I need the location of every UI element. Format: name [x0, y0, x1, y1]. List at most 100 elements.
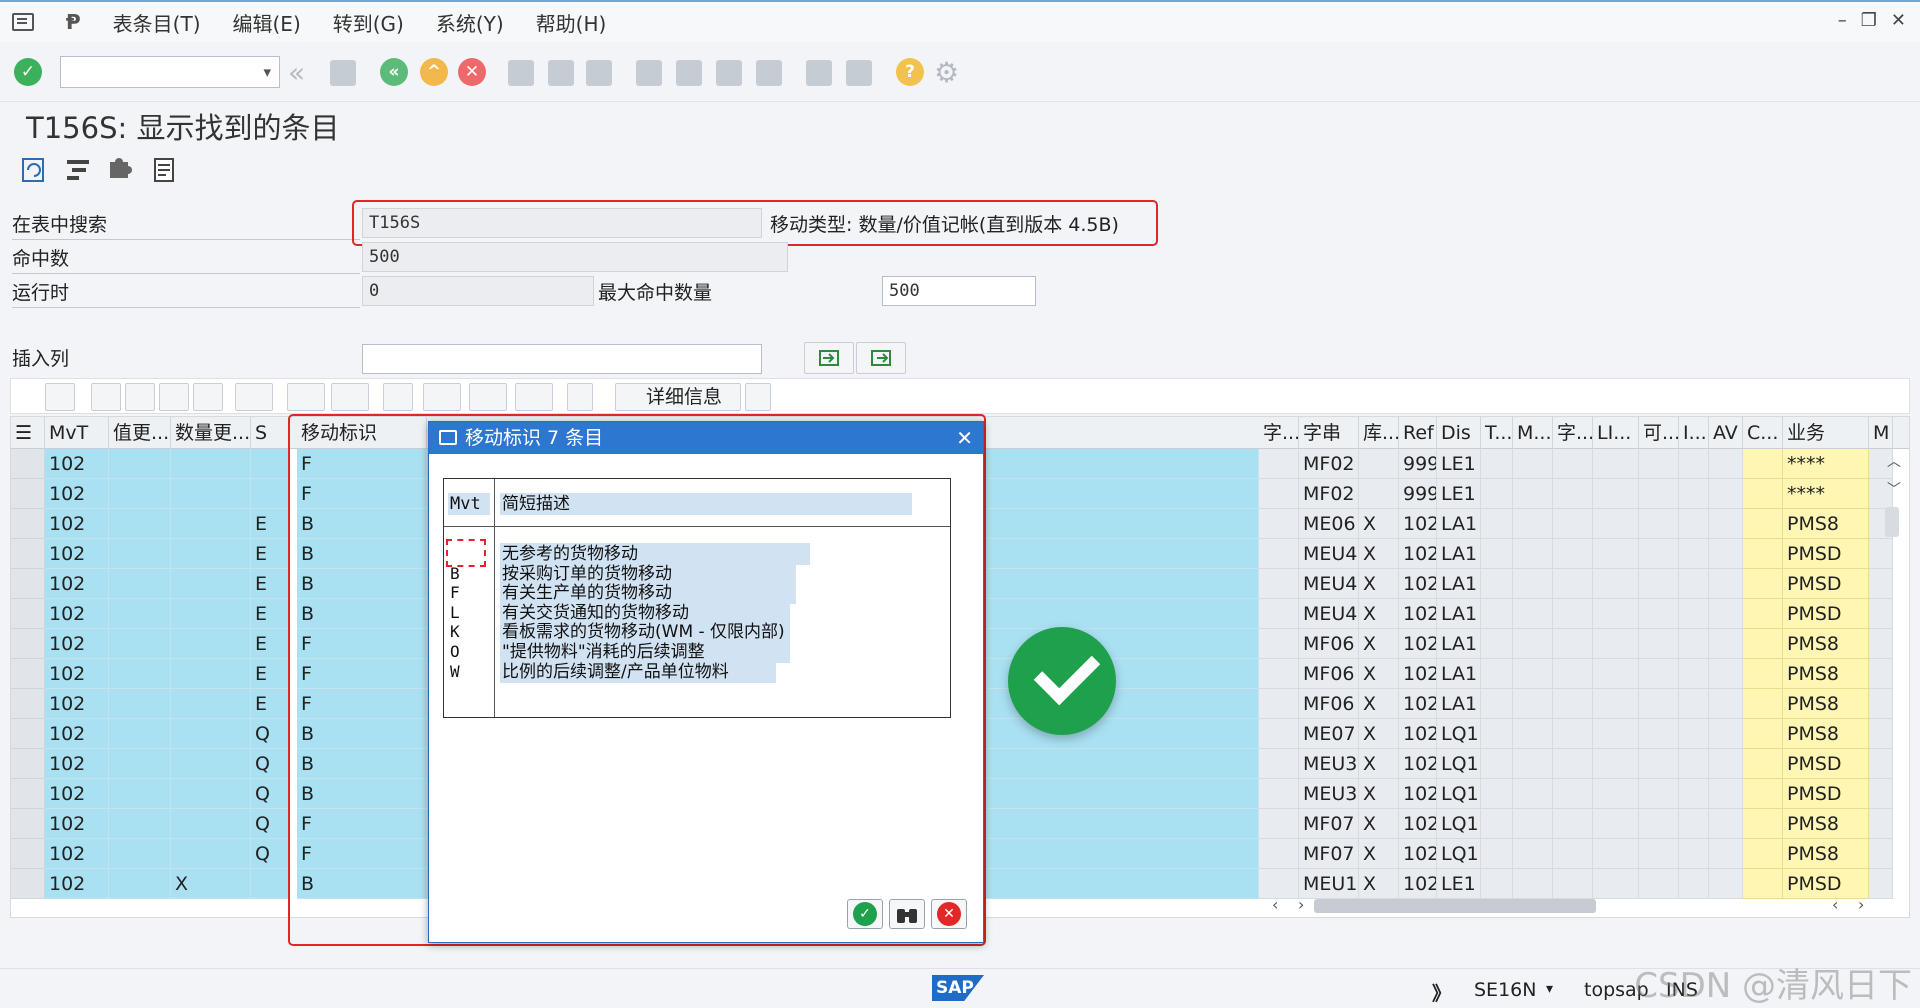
cell-m[interactable] [1513, 839, 1553, 869]
cell-string[interactable]: MEU4 [1299, 569, 1359, 599]
row-selector[interactable] [11, 839, 45, 869]
cell-m2[interactable] [1869, 839, 1893, 869]
cell-m2[interactable] [1869, 629, 1893, 659]
cell-can[interactable] [1639, 749, 1679, 779]
next-page-icon[interactable] [716, 60, 742, 86]
sum-icon[interactable] [287, 383, 325, 411]
cell-c[interactable] [1743, 659, 1783, 689]
col-header-value-update[interactable]: 值更... [109, 417, 171, 449]
cell-t[interactable] [1481, 509, 1513, 539]
cell-dis[interactable]: LE1 [1437, 479, 1481, 509]
cell-string[interactable]: ME07 [1299, 719, 1359, 749]
cell-dis[interactable]: LQ1 [1437, 719, 1481, 749]
cell-storage[interactable]: X [1359, 689, 1399, 719]
cell-t[interactable] [1481, 449, 1513, 479]
cell-m2[interactable] [1869, 719, 1893, 749]
cell-value-update[interactable] [109, 569, 171, 599]
cell-value-update[interactable] [109, 659, 171, 689]
cell-c[interactable] [1743, 449, 1783, 479]
cell-business[interactable]: PMSD [1783, 869, 1869, 899]
new-session-icon[interactable] [806, 60, 832, 86]
cell-value-update[interactable] [109, 629, 171, 659]
col-header-qty-update[interactable]: 数量更... [171, 417, 251, 449]
col-header-i[interactable]: I... [1679, 417, 1709, 449]
refresh-icon[interactable] [20, 156, 48, 184]
cell-i[interactable] [1679, 629, 1709, 659]
cell-business[interactable]: PMSD [1783, 599, 1869, 629]
cell-i[interactable] [1679, 479, 1709, 509]
cell-storage[interactable]: X [1359, 869, 1399, 899]
status-arrows-icon[interactable]: 》 [1432, 979, 1451, 1006]
col-header-can[interactable]: 可... [1639, 417, 1679, 449]
cell-storage[interactable]: X [1359, 629, 1399, 659]
cell-li[interactable] [1593, 779, 1639, 809]
cell-business[interactable]: PMSD [1783, 539, 1869, 569]
details-view-icon[interactable] [45, 383, 75, 411]
cell-s[interactable]: Q [251, 839, 289, 869]
cell-c[interactable] [1743, 599, 1783, 629]
cell-qty-update[interactable] [171, 449, 251, 479]
row-selector[interactable] [11, 449, 45, 479]
col-header-av[interactable]: AV [1709, 417, 1743, 449]
cell-mvt[interactable]: 102 [45, 749, 109, 779]
cell-s[interactable] [251, 479, 289, 509]
cell-can[interactable] [1639, 689, 1679, 719]
select-all-icon[interactable]: ☰ [11, 417, 45, 449]
cell-business[interactable]: PMSD [1783, 749, 1869, 779]
cell-char[interactable] [1259, 809, 1299, 839]
cell-qty-update[interactable] [171, 839, 251, 869]
row-selector[interactable] [11, 479, 45, 509]
cell-qty-update[interactable] [171, 809, 251, 839]
cell-storage[interactable] [1359, 449, 1399, 479]
cell-m2[interactable] [1869, 779, 1893, 809]
cell-can[interactable] [1639, 569, 1679, 599]
cell-storage[interactable]: X [1359, 569, 1399, 599]
cell-can[interactable] [1639, 839, 1679, 869]
cell-dis[interactable]: LQ1 [1437, 779, 1481, 809]
cell-s[interactable]: Q [251, 719, 289, 749]
cell-qty-update[interactable] [171, 479, 251, 509]
cell-qty-update[interactable] [171, 509, 251, 539]
cell-ref[interactable]: 102 [1399, 719, 1437, 749]
cell-mvt[interactable]: 102 [45, 689, 109, 719]
cell-m[interactable] [1513, 809, 1553, 839]
cell-m[interactable] [1513, 539, 1553, 569]
col-key-header[interactable]: Mvt [448, 493, 490, 515]
cell-s[interactable]: Q [251, 749, 289, 779]
cell-string[interactable]: MEU4 [1299, 539, 1359, 569]
cell-i[interactable] [1679, 569, 1709, 599]
cell-t[interactable] [1481, 749, 1513, 779]
cell-t[interactable] [1481, 599, 1513, 629]
cell-li[interactable] [1593, 689, 1639, 719]
cell-m[interactable] [1513, 749, 1553, 779]
gear-icon[interactable]: ⚙ [934, 56, 959, 89]
cell-mvt[interactable]: 102 [45, 449, 109, 479]
puzzle-icon[interactable] [106, 156, 134, 184]
cell-ref[interactable]: 102 [1399, 779, 1437, 809]
info-icon[interactable] [567, 383, 593, 411]
enter-button[interactable]: ✓ [14, 58, 42, 86]
cell-char[interactable] [1259, 749, 1299, 779]
row-selector[interactable] [11, 509, 45, 539]
cell-char[interactable] [1259, 779, 1299, 809]
cell-qty-update[interactable] [171, 569, 251, 599]
close-window-icon[interactable]: ✕ [1891, 10, 1906, 31]
cell-t[interactable] [1481, 809, 1513, 839]
cell-li[interactable] [1593, 809, 1639, 839]
cell-ref[interactable]: 102 [1399, 839, 1437, 869]
cell-ref[interactable]: 102 [1399, 749, 1437, 779]
cell-ref[interactable]: 102 [1399, 869, 1437, 899]
sort-icon[interactable] [745, 383, 771, 411]
scroll-right-end-icon[interactable]: › [1858, 895, 1864, 914]
export-icon[interactable] [469, 383, 507, 411]
cell-dis[interactable]: LE1 [1437, 869, 1481, 899]
confirm-button[interactable]: ✓ [847, 899, 883, 929]
cell-dis[interactable]: LQ1 [1437, 809, 1481, 839]
cell-string[interactable]: MF06 [1299, 629, 1359, 659]
import-columns-button[interactable] [804, 342, 854, 374]
help-button[interactable]: ? [896, 58, 924, 86]
cell-value-update[interactable] [109, 509, 171, 539]
cell-c[interactable] [1743, 719, 1783, 749]
col-header-s[interactable]: S [251, 417, 289, 449]
close-icon[interactable]: ✕ [956, 422, 973, 454]
